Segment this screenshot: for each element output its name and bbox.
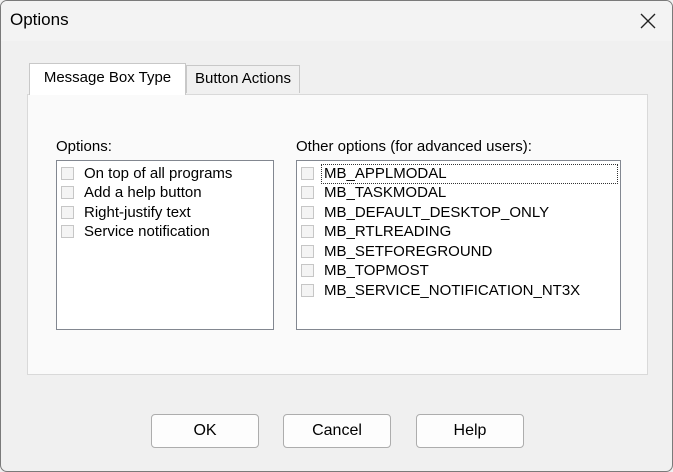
close-button[interactable] [624,1,672,41]
tab-panel-message-box-type: Options: On top of all programs Add a he… [27,94,648,375]
tab-label: Message Box Type [43,69,172,86]
other-option-mb-taskmodal[interactable]: MB_TASKMODAL [301,183,446,202]
option-label: Add a help button [84,184,202,201]
checkbox[interactable] [61,186,74,199]
other-options-label: Other options (for advanced users): [296,138,532,155]
checkbox[interactable] [301,206,314,219]
option-service-notification[interactable]: Service notification [61,222,210,241]
other-options-listbox[interactable]: MB_APPLMODAL MB_TASKMODAL MB_DEFAULT_DES… [296,160,621,330]
tab-button-actions[interactable]: Button Actions [186,65,300,93]
tab-message-box-type[interactable]: Message Box Type [29,63,186,95]
checkbox[interactable] [301,167,314,180]
option-label: MB_APPLMODAL [324,165,447,182]
options-dialog: Options Message Box Type Button Actions … [0,0,673,472]
option-label: MB_DEFAULT_DESKTOP_ONLY [324,204,550,221]
option-help-button[interactable]: Add a help button [61,183,202,202]
option-label: MB_TASKMODAL [324,184,447,201]
option-label: MB_TOPMOST [324,262,429,279]
other-option-mb-applmodal[interactable]: MB_APPLMODAL [301,164,447,183]
other-option-mb-setforeground[interactable]: MB_SETFOREGROUND [301,242,492,261]
option-label: MB_SERVICE_NOTIFICATION_NT3X [324,282,581,299]
checkbox[interactable] [301,225,314,238]
option-label: On top of all programs [84,165,233,182]
checkbox[interactable] [301,284,314,297]
cancel-button[interactable]: Cancel [283,414,391,448]
checkbox[interactable] [61,167,74,180]
option-right-justify[interactable]: Right-justify text [61,203,191,222]
tab-label: Button Actions [195,70,291,87]
options-listbox[interactable]: On top of all programs Add a help button… [56,160,274,330]
checkbox[interactable] [301,264,314,277]
checkbox[interactable] [301,186,314,199]
ok-button[interactable]: OK [151,414,259,448]
other-option-mb-topmost[interactable]: MB_TOPMOST [301,261,429,280]
option-label: MB_RTLREADING [324,223,452,240]
option-label: Right-justify text [84,204,191,221]
option-on-top[interactable]: On top of all programs [61,164,232,183]
checkbox[interactable] [301,245,314,258]
close-icon [640,13,656,29]
help-button[interactable]: Help [416,414,524,448]
checkbox[interactable] [61,225,74,238]
title-bar[interactable]: Options [1,1,672,41]
options-label: Options: [56,138,112,155]
option-label: Service notification [84,223,210,240]
window-title: Options [10,10,69,29]
other-option-mb-default-desktop-only[interactable]: MB_DEFAULT_DESKTOP_ONLY [301,203,549,222]
other-option-mb-rtlreading[interactable]: MB_RTLREADING [301,222,451,241]
other-option-mb-service-notification-nt3x[interactable]: MB_SERVICE_NOTIFICATION_NT3X [301,281,580,300]
checkbox[interactable] [61,206,74,219]
option-label: MB_SETFOREGROUND [324,243,493,260]
